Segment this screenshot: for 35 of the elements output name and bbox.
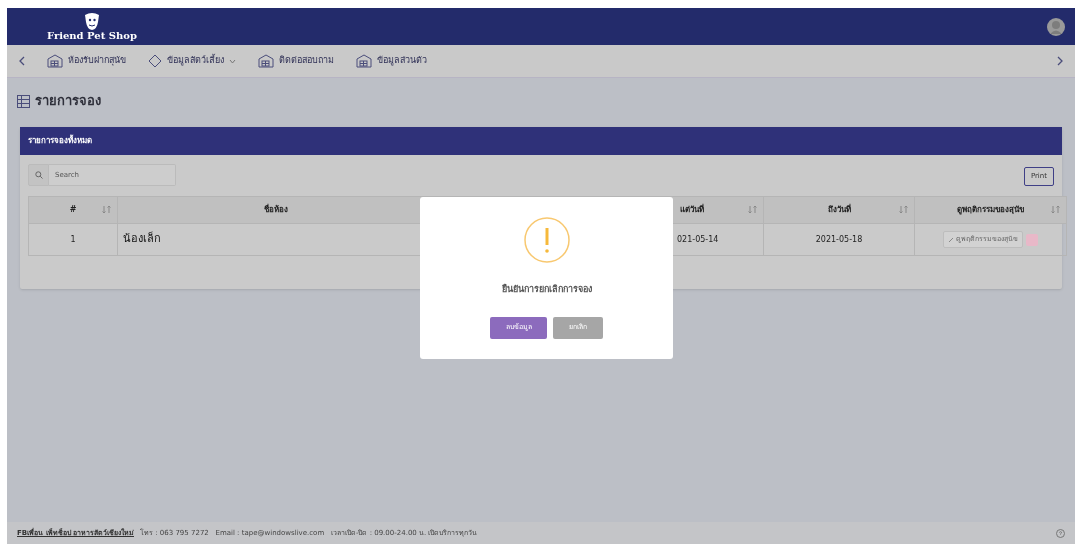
column-header: แต่วันที่ — [680, 204, 704, 216]
chevron-right-icon[interactable] — [1057, 56, 1063, 66]
dog-logo-icon — [82, 12, 102, 31]
table-cell: 1 — [28, 223, 118, 256]
dialog-message: ยืนยันการยกเลิกการจอง — [501, 283, 592, 296]
nav-link[interactable]: ติดต่อสอบถาม — [258, 54, 334, 68]
caret-icon — [229, 58, 236, 64]
nav-link[interactable]: ข้อมูลส่วนตัว — [356, 54, 427, 68]
table-cell: 021-05-14 — [677, 234, 719, 244]
table-cell: 2021-05-18 — [763, 223, 915, 256]
column-header: ดูพฤติกรรมของสุนัข — [957, 204, 1024, 216]
building-icon — [47, 54, 63, 68]
edit-icon — [948, 236, 954, 243]
sort-icon[interactable] — [102, 205, 111, 214]
chevron-left-icon[interactable] — [19, 56, 25, 66]
logo-text: Friend Pet Shop — [47, 30, 137, 41]
nav-link[interactable]: ห้องรับฝากสุนัข — [47, 54, 126, 68]
column-header: # — [69, 204, 77, 216]
delete-button[interactable] — [1026, 233, 1038, 246]
sort-icon[interactable] — [899, 205, 908, 214]
diamond-icon — [148, 54, 162, 68]
building-icon — [258, 54, 274, 68]
page-title: รายการจอง — [35, 92, 101, 111]
building-icon — [356, 54, 372, 68]
warning-icon — [523, 217, 570, 263]
avatar-icon[interactable] — [1047, 17, 1065, 36]
sort-icon[interactable] — [748, 205, 757, 214]
nav-link[interactable]: ข้อมูลสัตว์เลี้ยง — [148, 54, 236, 68]
search-icon — [34, 171, 43, 179]
help-icon[interactable] — [1056, 528, 1065, 538]
card-title: รายการจองทั้งหมด — [28, 135, 92, 147]
column-header: ถึงวันที่ — [827, 204, 851, 216]
column-header: ชื่อห้อง — [263, 204, 288, 216]
sort-icon[interactable] — [1051, 205, 1060, 214]
table-icon — [17, 94, 30, 108]
